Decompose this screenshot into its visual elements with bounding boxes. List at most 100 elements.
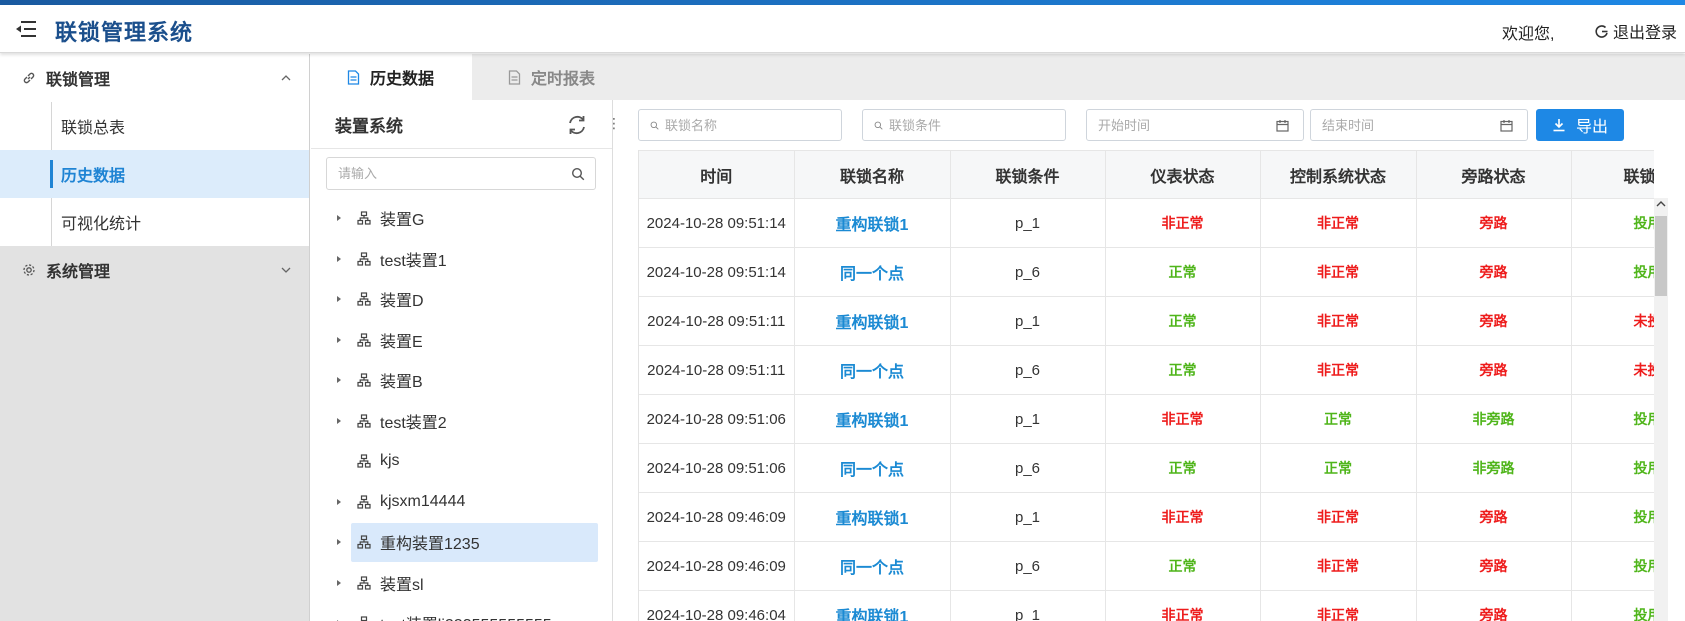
table-vertical-scrollbar[interactable] [1654, 198, 1668, 621]
cell-time: 2024-10-28 09:51:11 [639, 345, 795, 395]
cell-bypass-status: 旁路 [1416, 296, 1572, 346]
caret-right-icon[interactable] [335, 335, 343, 345]
cell-interlock-status: 投用 [1571, 541, 1654, 591]
sidebar-item-interlock-summary[interactable]: 联锁总表 [0, 102, 309, 150]
table-row[interactable]: 2024-10-28 09:46:04重构联锁1p_1非正常非正常旁路投用 [639, 590, 1654, 621]
logout-icon [1595, 25, 1608, 38]
caret-right-icon[interactable] [335, 416, 343, 426]
start-time-input[interactable] [1098, 117, 1276, 133]
cell-control-system-status: 非正常 [1260, 345, 1417, 395]
column-header-interlock-name[interactable]: 联锁名称 [794, 150, 951, 199]
tree-node[interactable]: kjsxm14444 [311, 482, 613, 522]
tree-node[interactable]: 装置D [311, 279, 613, 319]
cell-interlock-condition: p_1 [950, 198, 1106, 248]
table-row[interactable]: 2024-10-28 09:51:06同一个点p_6正常正常非旁路投用 [639, 443, 1654, 493]
cell-time: 2024-10-28 09:51:06 [639, 443, 795, 493]
tree-node[interactable]: kjs [311, 441, 613, 481]
sidebar-group-label: 联锁管理 [46, 72, 111, 89]
sidebar-group-system[interactable]: 系统管理 [0, 246, 309, 294]
link-icon [23, 72, 35, 84]
table-row[interactable]: 2024-10-28 09:51:11重构联锁1p_1正常非正常旁路未投 [639, 296, 1654, 346]
scroll-up-icon[interactable] [1656, 198, 1666, 210]
tree-node[interactable]: 装置sl [311, 563, 613, 603]
column-header-interlock-status[interactable]: 联锁状 [1571, 150, 1654, 199]
caret-right-icon[interactable] [335, 537, 343, 547]
caret-right-icon[interactable] [335, 375, 343, 385]
tree-node[interactable]: 装置G [311, 198, 613, 238]
tree-node[interactable]: test装置1 [311, 239, 613, 279]
sidebar-group-interlock[interactable]: 联锁管理 [0, 54, 309, 102]
table-row[interactable]: 2024-10-28 09:46:09重构联锁1p_1非正常非正常旁路投用 [639, 492, 1654, 542]
scrollbar-thumb[interactable] [1655, 216, 1667, 296]
cell-interlock-name[interactable]: 重构联锁1 [794, 590, 951, 621]
tree-node[interactable]: test装置2 [311, 401, 613, 441]
sidebar-item-history-data[interactable]: 历史数据 [0, 150, 309, 198]
calendar-icon[interactable] [1276, 119, 1289, 132]
cell-instrument-status: 正常 [1105, 345, 1261, 395]
cell-interlock-name[interactable]: 重构联锁1 [794, 296, 951, 346]
cell-instrument-status: 非正常 [1105, 198, 1261, 248]
cell-bypass-status: 旁路 [1416, 590, 1572, 621]
sidebar-item-label: 可视化统计 [61, 216, 142, 233]
cell-time: 2024-10-28 09:51:11 [639, 296, 795, 346]
menu-fold-icon[interactable] [15, 19, 37, 39]
table-row[interactable]: 2024-10-28 09:51:06重构联锁1p_1非正常正常非旁路投用 [639, 394, 1654, 444]
interlock-name-input[interactable] [665, 117, 841, 133]
tab-history-data[interactable]: 历史数据 [311, 54, 472, 100]
document-icon [508, 69, 521, 85]
welcome-text: 欢迎您, [1502, 26, 1555, 43]
sidebar-item-visual-stats[interactable]: 可视化统计 [0, 198, 309, 246]
hierarchy-icon [357, 454, 371, 468]
cell-interlock-condition: p_1 [950, 394, 1106, 444]
table-row[interactable]: 2024-10-28 09:51:11同一个点p_6正常非正常旁路未投 [639, 345, 1654, 395]
column-header-instrument-status[interactable]: 仪表状态 [1105, 150, 1261, 199]
cell-time: 2024-10-28 09:51:06 [639, 394, 795, 444]
cell-interlock-name[interactable]: 重构联锁1 [794, 394, 951, 444]
end-time-input[interactable] [1322, 117, 1500, 133]
caret-right-icon[interactable] [335, 213, 343, 223]
logout-button[interactable]: 退出登录 [1594, 19, 1677, 43]
column-header-interlock-condition[interactable]: 联锁条件 [950, 150, 1106, 199]
cell-instrument-status: 非正常 [1105, 394, 1261, 444]
cell-interlock-name[interactable]: 同一个点 [794, 247, 951, 297]
hierarchy-icon [357, 251, 371, 266]
cell-interlock-name[interactable]: 重构联锁1 [794, 198, 951, 248]
tree-node-label: kjs [380, 452, 400, 469]
cell-instrument-status: 正常 [1105, 443, 1261, 493]
table-row[interactable]: 2024-10-28 09:46:09同一个点p_6正常非正常旁路投用 [639, 541, 1654, 591]
end-time-filter [1310, 109, 1528, 141]
table-row[interactable]: 2024-10-28 09:51:14重构联锁1p_1非正常非正常旁路投用 [639, 198, 1654, 248]
column-header-time[interactable]: 时间 [639, 150, 795, 199]
hierarchy-icon [357, 494, 371, 509]
export-button[interactable]: 导出 [1536, 109, 1624, 141]
interlock-condition-input[interactable] [889, 117, 1065, 133]
table-row[interactable]: 2024-10-28 09:51:14同一个点p_6正常非正常旁路投用 [639, 247, 1654, 297]
caret-right-icon[interactable] [335, 294, 343, 304]
calendar-icon[interactable] [1500, 119, 1513, 132]
search-icon[interactable] [571, 167, 585, 181]
tree-node[interactable]: test装置lj223555555555 [311, 603, 613, 621]
tree-node[interactable]: 装置B [311, 360, 613, 400]
download-icon [1553, 119, 1565, 132]
cell-interlock-name[interactable]: 重构联锁1 [794, 492, 951, 542]
start-time-filter [1086, 109, 1304, 141]
sidebar-item-label: 历史数据 [61, 168, 126, 185]
cell-interlock-name[interactable]: 同一个点 [794, 345, 951, 395]
column-header-control-system-status[interactable]: 控制系统状态 [1260, 150, 1417, 199]
tree-header: 装置系统 [311, 100, 612, 149]
cell-interlock-name[interactable]: 同一个点 [794, 443, 951, 493]
cell-bypass-status: 旁路 [1416, 247, 1572, 297]
caret-right-icon[interactable] [335, 497, 343, 507]
panel-splitter-handle[interactable]: ⋮ [607, 113, 621, 133]
tree-search-input[interactable] [338, 166, 571, 181]
refresh-icon[interactable] [566, 114, 588, 136]
caret-right-icon[interactable] [335, 254, 343, 264]
device-tree-list: 装置G test装置1 装置D 装置E 装置B test装置2 kjs kjsxm14444 重… [311, 198, 613, 621]
column-header-bypass-status[interactable]: 旁路状态 [1416, 150, 1572, 199]
tree-node[interactable]: 重构装置1235 [311, 522, 613, 562]
tab-scheduled-report[interactable]: 定时报表 [472, 54, 631, 100]
tree-node[interactable]: 装置E [311, 320, 613, 360]
logout-label: 退出登录 [1613, 25, 1678, 42]
caret-right-icon[interactable] [335, 578, 343, 588]
cell-interlock-name[interactable]: 同一个点 [794, 541, 951, 591]
